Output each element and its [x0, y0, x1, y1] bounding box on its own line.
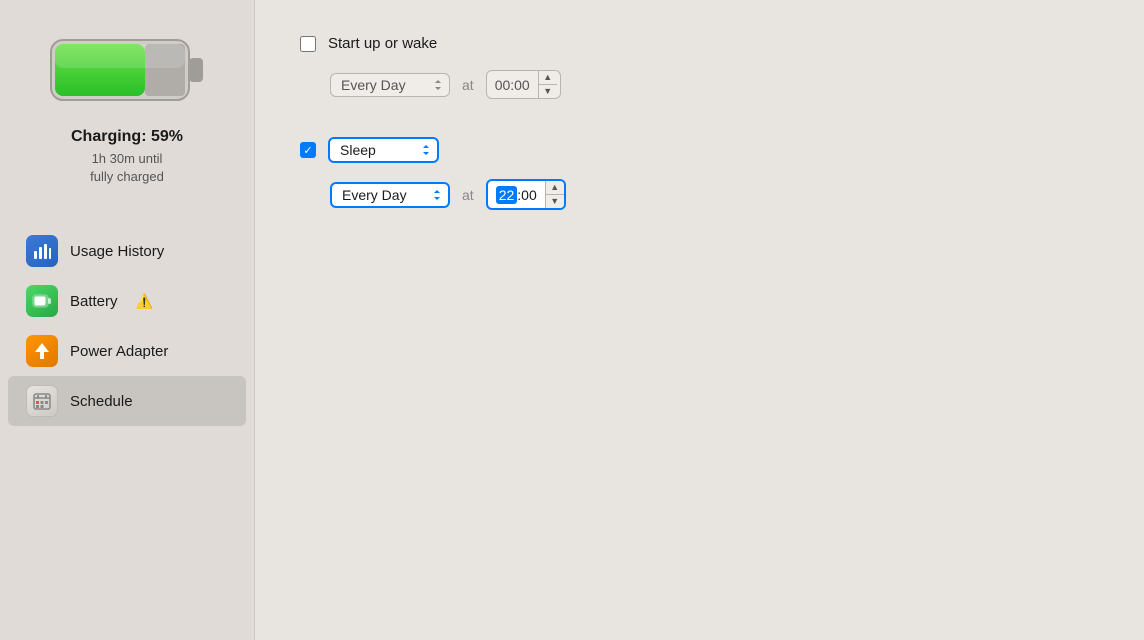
usage-history-icon	[26, 235, 58, 267]
sleep-type-dropdown[interactable]: Sleep Restart Shut Down	[328, 137, 439, 163]
sidebar-item-label-battery: Battery	[70, 293, 118, 310]
sidebar-item-power-adapter[interactable]: Power Adapter	[8, 326, 246, 376]
sleep-min: 00	[521, 187, 537, 203]
startup-day-dropdown[interactable]: Every Day Weekdays Weekends	[330, 73, 450, 97]
startup-time-stepper: ▲ ▼	[538, 71, 557, 98]
startup-time-up[interactable]: ▲	[539, 71, 557, 84]
sleep-time-input: 22:00 ▲ ▼	[486, 179, 566, 210]
sleep-settings-row: Every Day Weekdays Weekends at 22:00 ▲ ▼	[330, 179, 1099, 210]
sleep-hour: 22	[496, 186, 518, 204]
sidebar-item-label-power: Power Adapter	[70, 343, 168, 360]
charging-title: Charging: 59%	[71, 128, 183, 146]
startup-at-label: at	[462, 77, 474, 93]
sidebar-item-label-schedule: Schedule	[70, 393, 133, 410]
sleep-time-stepper: ▲ ▼	[545, 181, 564, 208]
startup-time-down[interactable]: ▼	[539, 85, 557, 98]
startup-checkbox[interactable]	[300, 36, 316, 52]
startup-time-display: 00:00	[487, 74, 538, 96]
schedule-icon	[26, 385, 58, 417]
sleep-time-up[interactable]: ▲	[546, 181, 564, 194]
sidebar-item-usage-history[interactable]: Usage History	[8, 226, 246, 276]
main-content: Start up or wake Every Day Weekdays Week…	[255, 0, 1144, 640]
startup-label: Start up or wake	[328, 35, 437, 52]
power-adapter-icon	[26, 335, 58, 367]
sleep-day-dropdown[interactable]: Every Day Weekdays Weekends	[330, 182, 450, 208]
sleep-at-label: at	[462, 187, 474, 203]
battery-warning-icon: ⚠️	[136, 293, 153, 310]
battery-nav-icon	[26, 285, 58, 317]
sidebar: Charging: 59% 1h 30m until fully charged…	[0, 0, 255, 640]
sidebar-item-schedule[interactable]: Schedule	[8, 376, 246, 426]
sidebar-item-label-usage: Usage History	[70, 243, 164, 260]
sleep-time-down[interactable]: ▼	[546, 195, 564, 208]
sidebar-nav: Usage History Battery ⚠️ Power Adapter	[0, 226, 254, 426]
startup-time-input: 00:00 ▲ ▼	[486, 70, 561, 99]
sleep-time-display: 22:00	[488, 184, 545, 206]
charging-subtitle: 1h 30m until fully charged	[90, 150, 164, 186]
startup-row: Start up or wake	[300, 35, 1099, 52]
battery-icon-container	[47, 30, 207, 110]
sidebar-item-battery[interactable]: Battery ⚠️	[8, 276, 246, 326]
sleep-checkbox[interactable]: ✓	[300, 142, 316, 158]
sleep-row: ✓ Sleep Restart Shut Down	[300, 137, 1099, 163]
charging-status: Charging: 59%	[71, 128, 183, 146]
startup-settings-row: Every Day Weekdays Weekends at 00:00 ▲ ▼	[330, 70, 1099, 99]
